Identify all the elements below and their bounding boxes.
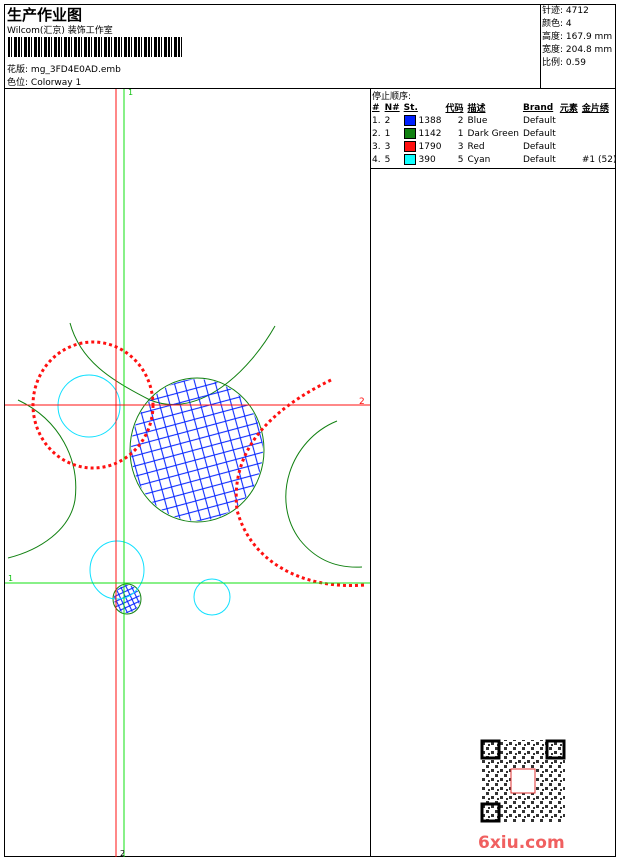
- guide-label-v2: 2: [120, 849, 125, 858]
- qr-code: [480, 739, 566, 823]
- guide-label-v1: 1: [128, 88, 133, 97]
- watermark-logo: 6xiu.com: [478, 833, 565, 853]
- design-preview: 1 2 1 2 6xiu.com: [5, 88, 566, 858]
- blue-fill-large: [131, 379, 263, 521]
- guide-label-h2: 2: [359, 397, 365, 407]
- guide-label-h1: 1: [8, 574, 13, 583]
